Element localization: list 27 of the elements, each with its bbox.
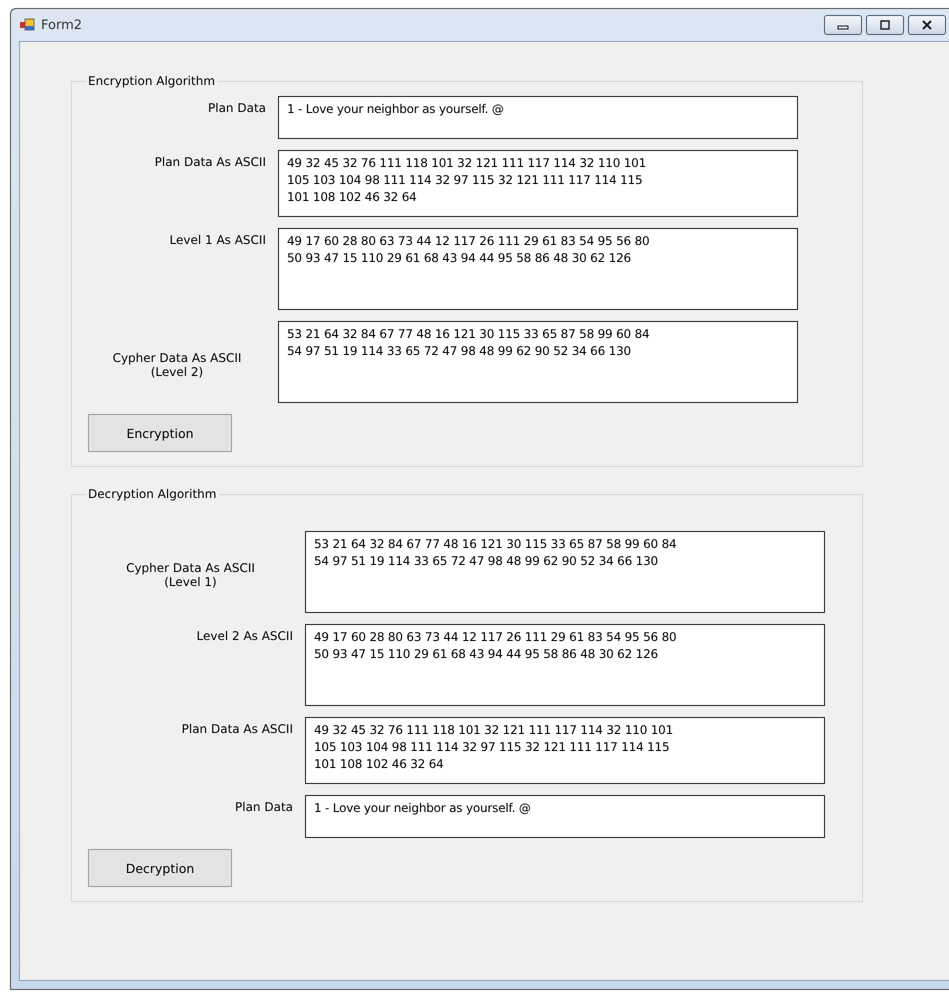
maximize-icon — [878, 20, 892, 30]
maximize-button[interactable] — [866, 15, 904, 35]
field-label: Level 1 As ASCII — [168, 232, 266, 247]
field-label: Cypher Data As ASCII (Level 2) — [112, 350, 242, 378]
action-button[interactable]: Encryption — [88, 414, 232, 452]
minimize-button[interactable] — [824, 15, 862, 35]
group-title: Encryption Algorithm — [87, 74, 216, 88]
text-field[interactable]: 53 21 64 32 84 67 77 48 16 121 30 115 33 65 87 58 99 60 84 54 97 51 19 114 33 65 72 47 98 48 99 62 90 52 34 66 130 — [305, 531, 825, 613]
form-icon — [19, 17, 35, 33]
text-field[interactable]: 49 17 60 28 80 63 73 44 12 117 26 111 29 61 83 54 95 56 80 50 93 47 15 110 29 61 68 43 94 44 95 58 86 48 30 62 126 — [278, 228, 798, 310]
text-field[interactable]: 49 17 60 28 80 63 73 44 12 117 26 111 29 61 83 54 95 56 80 50 93 47 15 110 29 61 68 43 94 44 95 58 86 48 30 62 126 — [305, 624, 825, 706]
field-label: Plan Data — [234, 799, 293, 814]
window-title: Form2 — [41, 18, 84, 32]
text-field[interactable]: 49 32 45 32 76 111 118 101 32 121 111 117 114 32 110 101 105 103 104 98 111 114 32 97 115 32 121 111 117 114 115 101 108 102 46 32 64 — [278, 150, 798, 217]
field-label: Level 2 As ASCII — [196, 628, 293, 643]
text-field[interactable]: 49 32 45 32 76 111 118 101 32 121 111 117 114 32 110 101 105 103 104 98 111 114 32 97 115 32 121 111 117 114 115 101 108 102 46 32 64 — [305, 717, 825, 784]
action-button[interactable]: Decryption — [88, 849, 232, 887]
text-field[interactable]: 1 - Love your neighbor as yourself. @ — [278, 96, 798, 139]
close-button[interactable] — [908, 15, 946, 35]
text-field[interactable]: 1 - Love your neighbor as yourself. @ — [305, 795, 825, 838]
field-label: Plan Data As ASCII — [154, 154, 266, 169]
text-field[interactable]: 53 21 64 32 84 67 77 48 16 121 30 115 33 65 87 58 99 60 84 54 97 51 19 114 33 65 72 47 98 48 99 62 90 52 34 66 130 — [278, 321, 798, 403]
field-label: Plan Data As ASCII — [180, 721, 293, 736]
group-title: Decryption Algorithm — [87, 487, 218, 501]
field-label: Plan Data — [207, 100, 266, 115]
field-label: Cypher Data As ASCII (Level 1) — [125, 560, 256, 588]
close-icon — [920, 20, 934, 30]
